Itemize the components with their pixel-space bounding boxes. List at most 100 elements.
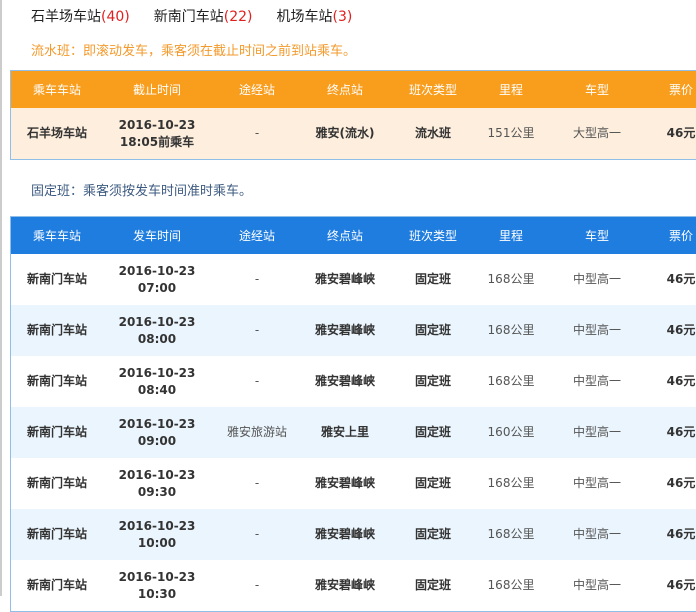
cell-via: - (211, 108, 303, 159)
cell-bus: 中型高一 (572, 476, 621, 490)
cell-via: - (211, 509, 303, 560)
time: 10:00 (137, 535, 177, 550)
cell-dest: 雅安(流水) (303, 108, 387, 159)
date: 2016-10-23 (118, 314, 196, 329)
cell-via: - (254, 272, 260, 286)
cell-price: 46元 (651, 305, 696, 356)
cell-type: 流水班 (387, 108, 479, 159)
cell-station: 新南门车站 (26, 272, 87, 286)
column-header: 途经站 (211, 71, 303, 108)
cell-distance: 151公里 (479, 108, 543, 159)
column-header: 票价 (651, 71, 696, 108)
table-row[interactable]: 新南门车站 2016-10-23 10:30 - 雅安碧峰峡 固定班 168公里 中型高一 46… (11, 560, 696, 611)
cell-via: - (254, 374, 260, 388)
table-row[interactable]: 新南门车站 2016-10-23 09:30 - 雅安碧峰峡 固定班 168公里 中型高一 46… (11, 458, 696, 509)
cell-dest: 雅安碧峰峡 (303, 509, 387, 560)
cell-price: 46元 (651, 407, 696, 458)
cell-distance: 168公里 (479, 509, 543, 560)
tab-station-2[interactable]: 机场车站(3) (277, 6, 353, 26)
date: 2016-10-23 (118, 365, 196, 380)
cell-station: 新南门车站 (26, 374, 87, 388)
time: 08:00 (137, 331, 177, 346)
column-header: 车型 (543, 217, 651, 254)
time: 07:00 (137, 280, 177, 295)
cell-bus: 中型高一 (572, 272, 621, 286)
cell-dest: 雅安碧峰峡 (314, 476, 375, 490)
cell-price: 46元 (666, 476, 696, 490)
fixed-table: 乘车车站 发车时间 途经站 终点站 班次类型 里程 车型 票价 新南门车站 2016-10-23 0… (10, 216, 696, 612)
cell-station: 新南门车站 (11, 305, 103, 356)
time: 09:00 (137, 433, 177, 448)
time: 18:05 (119, 134, 159, 149)
cell-station: 新南门车站 (11, 407, 103, 458)
cell-station: 石羊场车站 (11, 108, 103, 159)
cell-type: 固定班 (387, 407, 479, 458)
table-row[interactable]: 石羊场车站 2016-10-23 18:05前乘车 - 雅安(流水) 流水班 151公里 大型… (11, 108, 696, 159)
date: 2016-10-23 (118, 569, 196, 584)
time: 10:30 (137, 586, 177, 601)
cell-time: 2016-10-23 10:00 (103, 509, 211, 560)
time: 09:30 (137, 484, 177, 499)
time: 08:40 (137, 382, 177, 397)
cell-time: 2016-10-23 10:30 (103, 560, 211, 611)
cell-type: 固定班 (414, 578, 451, 592)
cell-dest: 雅安碧峰峡 (303, 305, 387, 356)
column-header: 截止时间 (103, 71, 211, 108)
column-header: 发车时间 (103, 217, 211, 254)
table-row[interactable]: 新南门车站 2016-10-23 10:00 - 雅安碧峰峡 固定班 168公里 中型高一 46… (11, 509, 696, 560)
tab-label: 新南门车站 (153, 9, 224, 25)
station-tabs: 石羊场车站(40) 新南门车站(22) 机场车站(3) (31, 6, 352, 26)
cell-price: 46元 (651, 509, 696, 560)
table-row[interactable]: 新南门车站 2016-10-23 08:40 - 雅安碧峰峡 固定班 168公里 中型高一 46… (11, 356, 696, 407)
cell-via: 雅安旅游站 (211, 407, 303, 458)
column-header: 乘车车站 (11, 217, 103, 254)
column-header: 里程 (479, 217, 543, 254)
cell-price: 46元 (666, 578, 696, 592)
cell-bus: 中型高一 (572, 374, 621, 388)
table-row[interactable]: 新南门车站 2016-10-23 09:00 雅安旅游站 雅安上里 固定班 160公里 中型高… (11, 407, 696, 458)
table-row[interactable]: 新南门车站 2016-10-23 08:00 - 雅安碧峰峡 固定班 168公里 中型高一 46… (11, 305, 696, 356)
cell-distance: 168公里 (487, 272, 535, 286)
cell-distance: 168公里 (487, 578, 535, 592)
cell-dest: 雅安碧峰峡 (314, 272, 375, 286)
date: 2016-10-23 (118, 117, 196, 132)
date: 2016-10-23 (118, 263, 196, 278)
cell-station: 新南门车站 (26, 476, 87, 490)
flow-note: 流水班：即滚动发车，乘客须在截止时间之前到站乘车。 (31, 44, 357, 59)
cell-via: - (254, 476, 260, 490)
cell-distance: 168公里 (479, 305, 543, 356)
column-header: 终点站 (303, 217, 387, 254)
cell-type: 固定班 (414, 272, 451, 286)
time-suffix: 前乘车 (158, 134, 195, 149)
cell-station: 新南门车站 (26, 578, 87, 592)
date: 2016-10-23 (118, 416, 196, 431)
cell-time: 2016-10-23 18:05前乘车 (103, 108, 211, 159)
tab-label: 石羊场车站 (31, 9, 101, 25)
tab-count: (22) (223, 9, 253, 25)
cell-time: 2016-10-23 07:00 (103, 254, 211, 305)
tab-station-1[interactable]: 新南门车站(22) (154, 6, 253, 26)
cell-via: - (211, 305, 303, 356)
column-header: 终点站 (303, 71, 387, 108)
cell-distance: 168公里 (487, 476, 535, 490)
cell-time: 2016-10-23 09:30 (103, 458, 211, 509)
cell-dest: 雅安碧峰峡 (314, 374, 375, 388)
tab-count: (3) (332, 9, 353, 25)
left-border (0, 0, 2, 596)
cell-type: 固定班 (414, 476, 451, 490)
column-header: 车型 (543, 71, 651, 108)
tab-station-0[interactable]: 石羊场车站(40) (31, 6, 130, 26)
cell-distance: 160公里 (479, 407, 543, 458)
cell-type: 固定班 (387, 305, 479, 356)
column-header: 乘车车站 (11, 71, 103, 108)
cell-bus: 中型高一 (543, 305, 651, 356)
cell-distance: 168公里 (487, 374, 535, 388)
cell-price: 46元 (666, 272, 696, 286)
tab-label: 机场车站 (276, 9, 333, 25)
table-row[interactable]: 新南门车站 2016-10-23 07:00 - 雅安碧峰峡 固定班 168公里 中型高一 46… (11, 254, 696, 305)
column-header: 途经站 (211, 217, 303, 254)
flow-table: 乘车车站 截止时间 途经站 终点站 班次类型 里程 车型 票价 石羊场车站 2016-10-23 1… (10, 70, 696, 160)
date: 2016-10-23 (118, 467, 196, 482)
cell-dest: 雅安碧峰峡 (314, 578, 375, 592)
column-header: 里程 (479, 71, 543, 108)
